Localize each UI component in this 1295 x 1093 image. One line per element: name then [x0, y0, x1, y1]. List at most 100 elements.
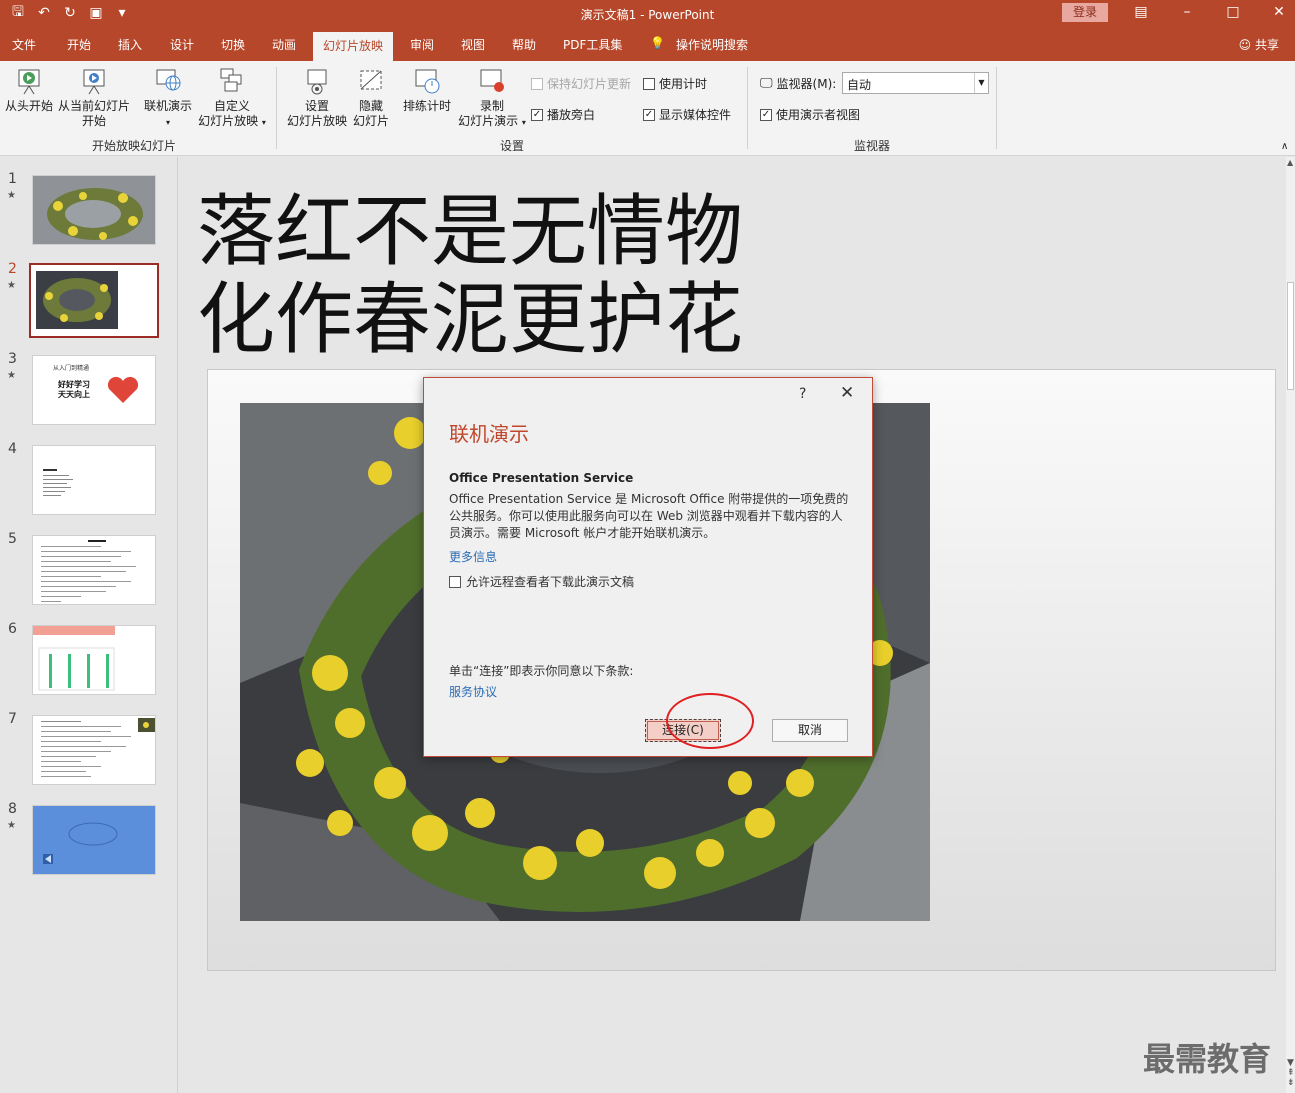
animation-star-icon: ★ — [7, 370, 16, 381]
tab-insert[interactable]: 插入 — [118, 36, 142, 53]
rehearse-timings-button[interactable]: 排练计时 — [400, 67, 454, 114]
slide-title[interactable]: 落红不是无情物 化作春泥更护花 — [197, 188, 743, 364]
tab-pdf-tools[interactable]: PDF工具集 — [563, 36, 622, 53]
play-narrations-checkbox[interactable]: ✓ 播放旁白 — [531, 106, 595, 123]
use-presenter-view-checkbox[interactable]: ✓ 使用演示者视图 — [760, 106, 860, 123]
tab-view[interactable]: 视图 — [461, 36, 485, 53]
checkbox-box — [531, 77, 543, 90]
record-slide-show-button[interactable]: 录制 幻灯片演示 ▾ — [456, 67, 528, 130]
slide-title-line2: 化作春泥更护花 — [197, 275, 744, 365]
slide-thumbnail-4[interactable] — [32, 445, 156, 515]
slide-thumbnail-1[interactable] — [32, 175, 156, 245]
animation-star-icon: ★ — [7, 280, 16, 291]
scrollbar-thumb[interactable] — [1287, 282, 1294, 390]
tab-transitions[interactable]: 切换 — [221, 36, 245, 53]
ribbon-display-options-icon[interactable]: ▤ — [1130, 4, 1152, 22]
allow-download-label: 允许远程查看者下载此演示文稿 — [466, 575, 635, 589]
close-icon[interactable]: ✕ — [840, 383, 854, 403]
hide-slide-button[interactable]: 隐藏 幻灯片 — [350, 67, 392, 129]
setup-show-icon — [307, 69, 327, 95]
chevron-down-icon: ▾ — [165, 118, 170, 127]
share-button[interactable]: ☺ 共享 — [1239, 36, 1279, 53]
slide-thumbnails-pane: 1 ★ 2 ★ 3 ★ 从入门到精通 好好学习 天天向上 4 5 6 7 8 ★ — [0, 157, 178, 1093]
record-label-1: 录制 — [479, 99, 504, 113]
rehearse-label: 排练计时 — [402, 99, 451, 113]
scroll-down-icons[interactable]: ▼ ⇞ ⇟ — [1287, 1058, 1295, 1088]
slide-number: 2 — [8, 261, 17, 277]
present-online-dialog: ? ✕ 联机演示 Office Presentation Service Off… — [423, 377, 873, 757]
group-start-slideshow-label: 开始放映幻灯片 — [92, 139, 177, 153]
play-from-beginning-icon — [18, 69, 40, 95]
chevron-down-icon[interactable]: ▼ — [974, 73, 988, 93]
text-lines-thumbnail — [43, 469, 73, 496]
help-button[interactable]: ? — [799, 386, 806, 402]
group-separator — [747, 67, 748, 149]
tab-file[interactable]: 文件 — [12, 36, 36, 53]
chevron-down-icon: ▾ — [261, 118, 266, 127]
show-media-controls-checkbox[interactable]: ✓ 显示媒体控件 — [643, 106, 731, 123]
present-online-label: 联机演示 — [143, 99, 192, 113]
slide-thumbnail-8[interactable] — [32, 805, 156, 875]
keep-slides-updated-checkbox[interactable]: 保持幻灯片更新 — [531, 75, 631, 92]
custom-show-label-2: 幻灯片放映 — [198, 114, 259, 128]
from-beginning-button[interactable]: 从头开始 — [4, 67, 54, 114]
group-separator — [996, 67, 997, 149]
keep-updated-label: 保持幻灯片更新 — [547, 77, 632, 91]
slide-thumbnail-2[interactable] — [29, 263, 159, 338]
share-label: 共享 — [1254, 38, 1279, 52]
tab-design[interactable]: 设计 — [170, 36, 194, 53]
minimize-button[interactable]: – — [1176, 4, 1198, 22]
login-button[interactable]: 登录 — [1062, 3, 1108, 22]
title-bar: 🖫 ↶ ↻ ▣ ▾ 演示文稿1 - PowerPoint 登录 ▤ – □ ✕ — [0, 0, 1295, 28]
checkmark-icon: ✓ — [531, 108, 543, 121]
tell-me-search[interactable]: 操作说明搜索 — [676, 36, 748, 53]
setup-label-2: 幻灯片放映 — [286, 114, 347, 128]
monitor-select-value: 自动 — [847, 78, 872, 92]
tab-help[interactable]: 帮助 — [512, 36, 536, 53]
tab-home[interactable]: 开始 — [67, 36, 91, 53]
slide-thumbnail-7[interactable] — [32, 715, 156, 785]
custom-slide-show-button[interactable]: 自定义 幻灯片放映 ▾ — [196, 67, 268, 130]
tab-animations[interactable]: 动画 — [272, 36, 296, 53]
collapse-ribbon-icon[interactable]: ∧ — [1281, 141, 1288, 152]
rehearse-timer-icon — [415, 69, 440, 94]
tab-review[interactable]: 审阅 — [410, 36, 434, 53]
slide-title-line1: 落红不是无情物 — [197, 187, 744, 277]
allow-download-checkbox[interactable]: 允许远程查看者下载此演示文稿 — [449, 573, 634, 590]
person-icon: ☺ — [1238, 38, 1252, 52]
slide-number: 1 — [8, 171, 17, 187]
more-info-link[interactable]: 更多信息 — [449, 548, 497, 565]
checkmark-icon: ✓ — [643, 108, 655, 121]
cloud-shape-thumbnail — [43, 822, 118, 864]
scroll-up-icon[interactable]: ▲ — [1287, 158, 1293, 167]
from-beginning-label: 从头开始 — [4, 99, 53, 113]
from-current-button[interactable]: 从当前幻灯片 开始 — [58, 67, 130, 129]
monitor-icon: 🖵 — [760, 76, 773, 91]
cancel-button[interactable]: 取消 — [772, 719, 848, 742]
lightbulb-icon: 💡 — [650, 36, 665, 50]
group-setup-label: 设置 — [500, 139, 525, 153]
slide-thumbnail-3[interactable]: 从入门到精通 好好学习 天天向上 — [32, 355, 156, 425]
service-agreement-link[interactable]: 服务协议 — [449, 683, 497, 700]
checkbox-box — [449, 575, 461, 588]
slide-thumbnail-5[interactable] — [32, 535, 156, 605]
slide-number: 4 — [8, 441, 17, 457]
monitor-select[interactable]: 自动 ▼ — [842, 72, 989, 94]
custom-show-label-1: 自定义 — [213, 99, 250, 113]
from-current-label-1: 从当前幻灯片 — [58, 99, 131, 113]
checkmark-icon: ✓ — [760, 108, 772, 121]
slide-thumbnail-6[interactable] — [32, 625, 156, 695]
group-separator — [276, 67, 277, 149]
close-window-button[interactable]: ✕ — [1268, 4, 1290, 22]
setup-slide-show-button[interactable]: 设置 幻灯片放映 — [286, 67, 348, 129]
text-lines-thumbnail — [41, 540, 136, 602]
watermark-logo: 最需教育 — [1143, 1040, 1272, 1078]
thumb3-text: 好好学习 天天向上 — [58, 380, 90, 400]
present-online-button[interactable]: 联机演示 ▾ — [140, 67, 196, 130]
hide-label-2: 幻灯片 — [352, 114, 389, 128]
maximize-button[interactable]: □ — [1222, 4, 1244, 22]
use-timings-checkbox[interactable]: 使用计时 — [643, 75, 707, 92]
monitor-label-text: 监视器(M): — [776, 77, 837, 91]
thumb3-line3: 天天向上 — [58, 390, 90, 399]
tab-slide-show[interactable]: 幻灯片放映 — [313, 32, 394, 61]
